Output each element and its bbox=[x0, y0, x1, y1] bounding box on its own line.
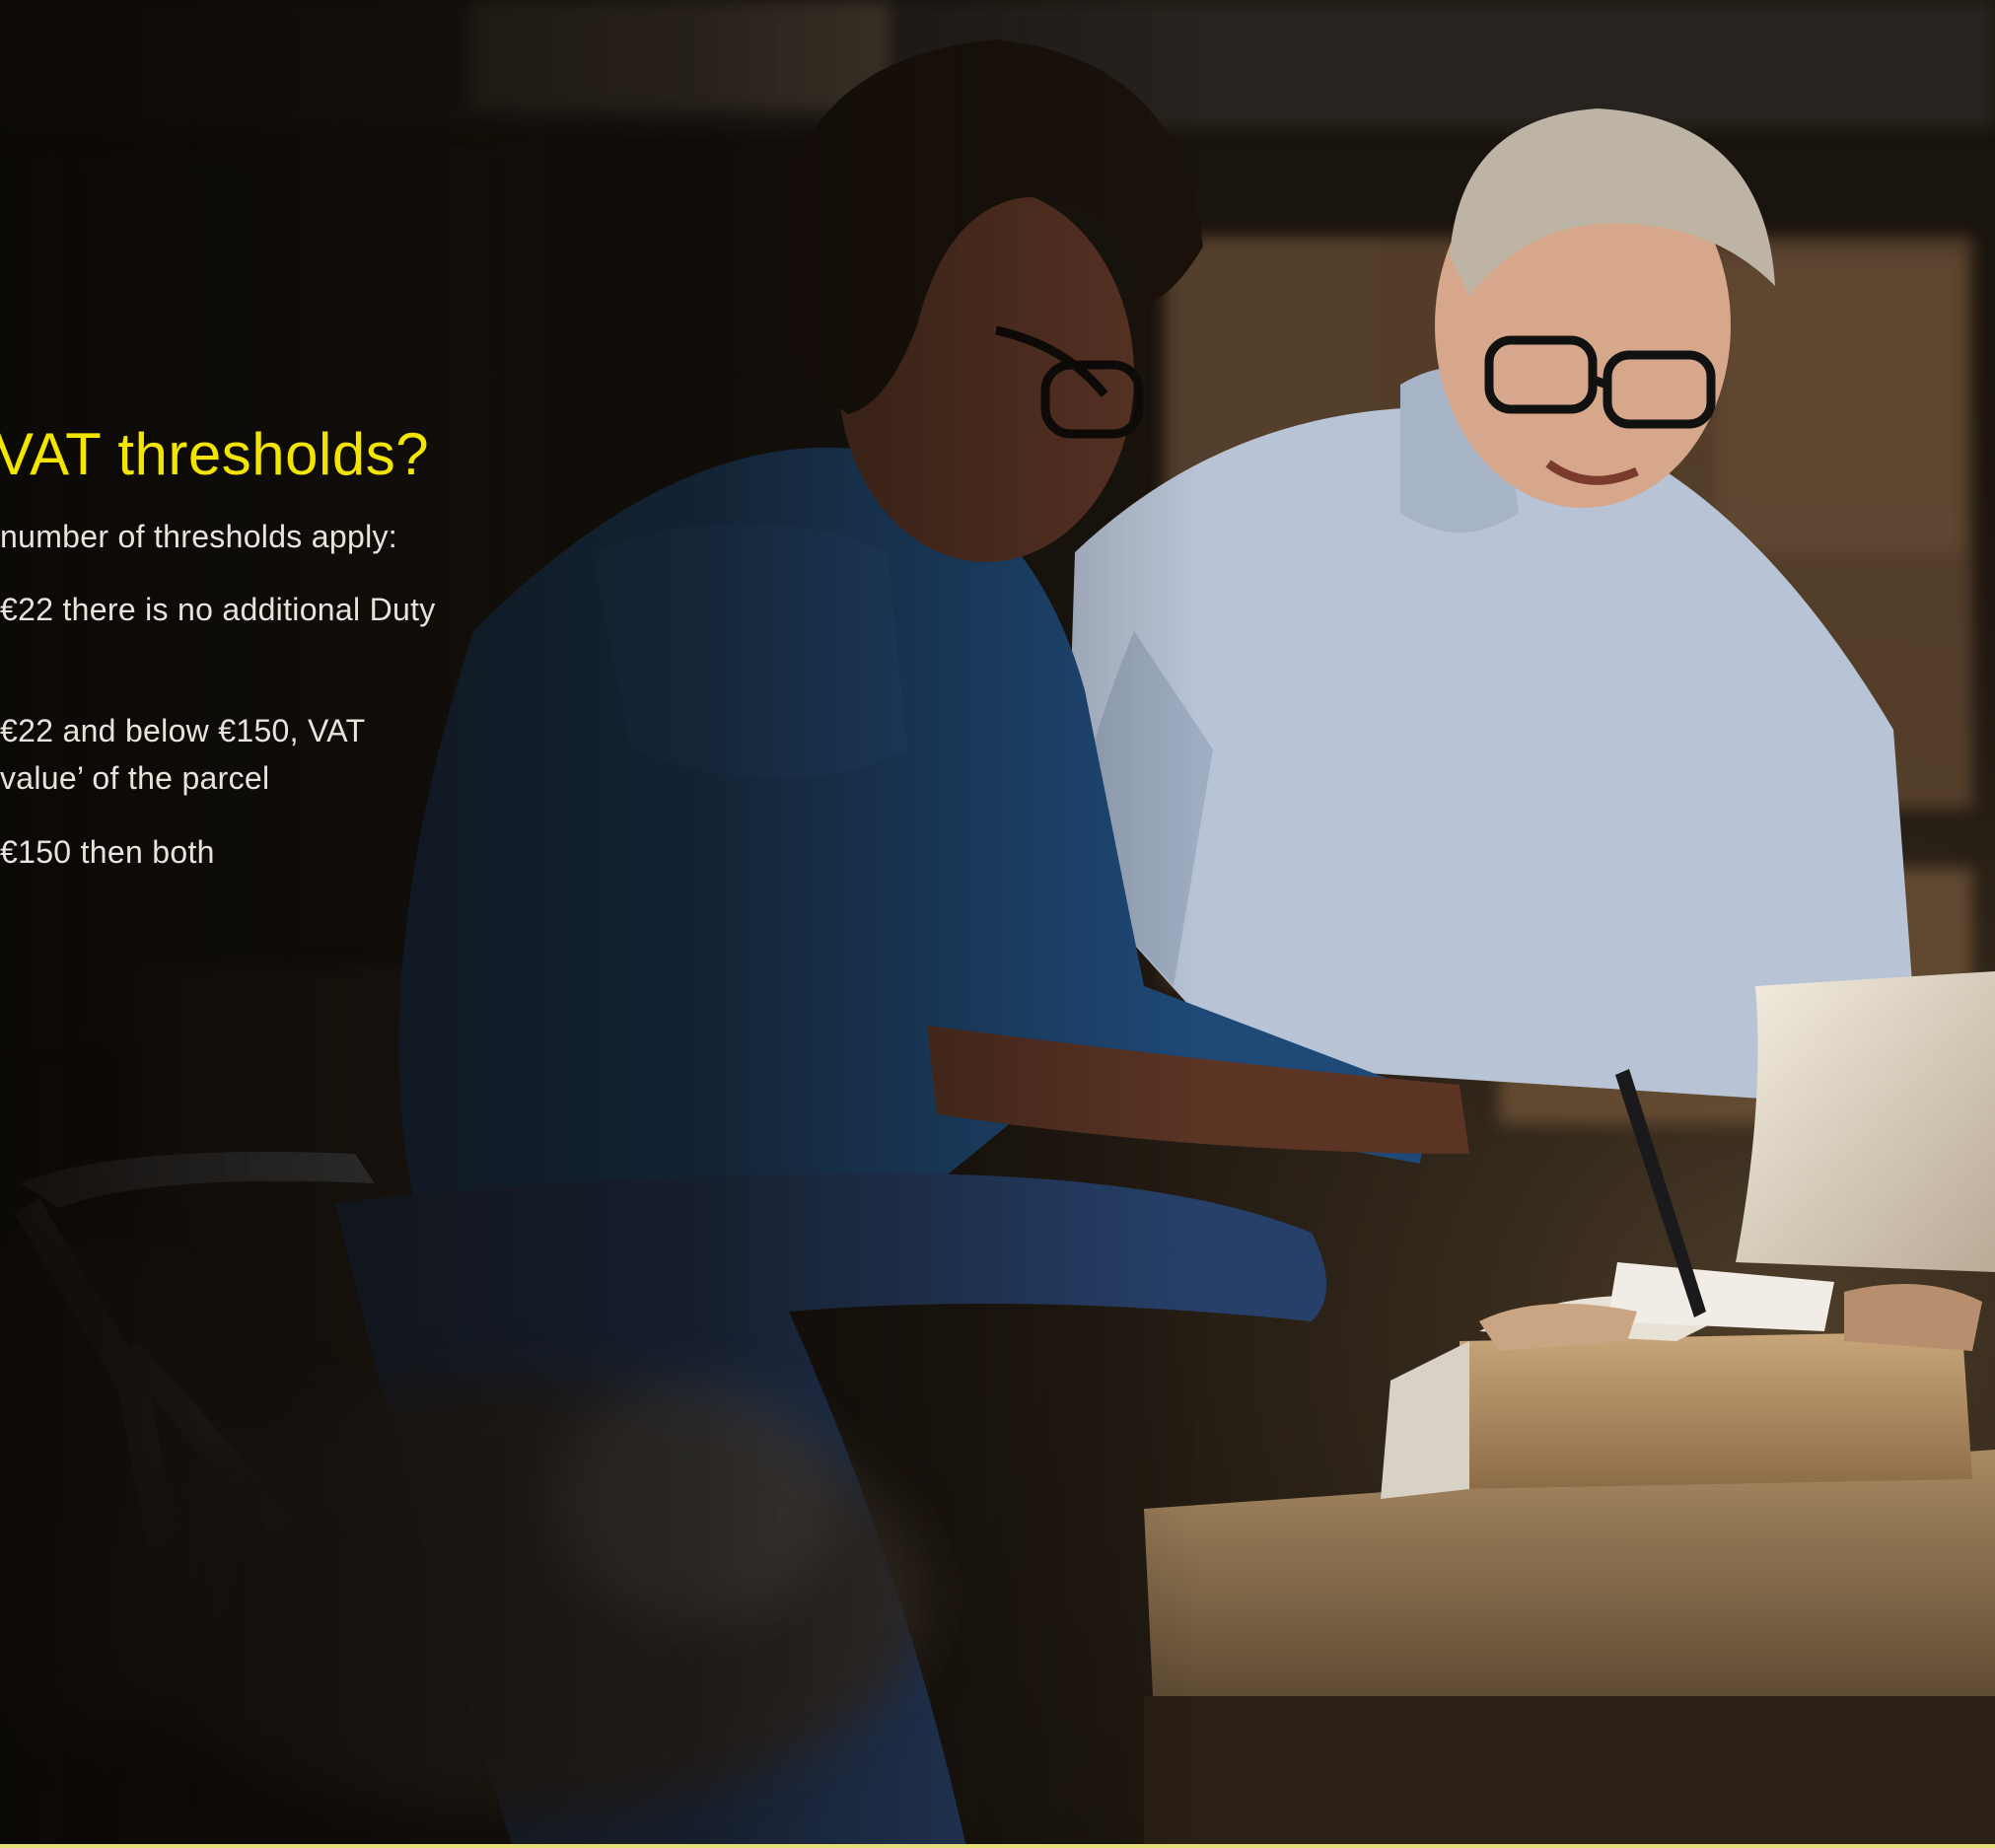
threshold-line-2: €22 and below €150, VAT bbox=[0, 713, 366, 748]
threshold-line-4: €150 then both bbox=[0, 834, 215, 870]
page-heading: VAT thresholds? bbox=[0, 421, 430, 487]
warehouse-photo bbox=[0, 0, 1995, 1848]
threshold-line-1: €22 there is no additional Duty bbox=[0, 592, 436, 627]
bottom-rule bbox=[0, 1844, 1995, 1848]
threshold-intro: number of thresholds apply: bbox=[0, 519, 397, 554]
threshold-line-3: value’ of the parcel bbox=[0, 760, 270, 796]
